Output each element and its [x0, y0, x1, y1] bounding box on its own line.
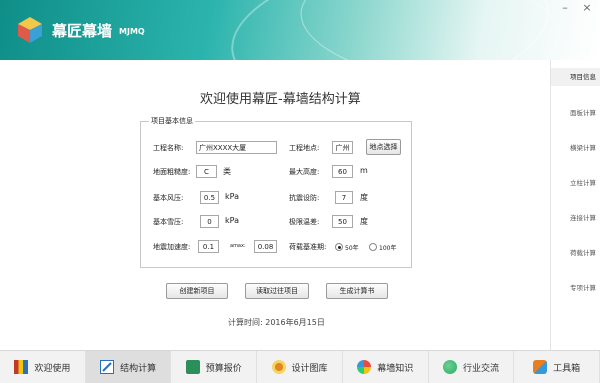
- nav-special-calc[interactable]: 专项计算: [551, 279, 600, 297]
- tab-welcome-label: 欢迎使用: [34, 363, 71, 374]
- period-100-label: 100年: [379, 245, 397, 252]
- nav-project-info[interactable]: 项目信息: [551, 68, 600, 86]
- roughness-input[interactable]: [196, 165, 217, 178]
- project-location-label: 工程地点:: [289, 144, 320, 152]
- project-info-group: 项目基本信息 工程名称: 工程地点: 地点选择 地面粗糙度: 类 最大高度: m…: [140, 116, 412, 268]
- app-code: MJMQ: [119, 27, 145, 36]
- snow-pressure-label: 基本雪压:: [153, 218, 184, 226]
- max-height-unit: m: [360, 166, 368, 175]
- period-50-radio[interactable]: [335, 243, 343, 251]
- knowledge-icon: [357, 360, 372, 374]
- right-nav: 项目信息 面板计算 横梁计算 立柱计算 连接计算 荷载计算 专项计算: [550, 60, 600, 350]
- app-logo-icon: [18, 17, 42, 43]
- seismic-accel-input[interactable]: [198, 240, 219, 253]
- group-title: 项目基本信息: [149, 116, 195, 126]
- tab-toolbox[interactable]: 工具箱: [514, 351, 600, 383]
- nav-load-calc[interactable]: 荷载计算: [551, 244, 600, 262]
- welcome-icon: [14, 360, 29, 374]
- snow-pressure-input[interactable]: [200, 215, 219, 228]
- tab-exchange-label: 行业交流: [462, 363, 499, 374]
- window-controls: – ×: [558, 2, 594, 14]
- project-name-label: 工程名称:: [153, 144, 184, 152]
- calc-time: 计算时间: 2016年6月15日: [228, 318, 325, 327]
- nav-beam-calc[interactable]: 横梁计算: [551, 139, 600, 157]
- bottom-tab-bar: 欢迎使用 结构计算 预算报价 设计图库 幕墙知识 行业交流 工具箱: [0, 350, 600, 383]
- tab-structure-calc[interactable]: 结构计算: [85, 351, 172, 383]
- alpha-max-label: amax:: [230, 243, 246, 249]
- project-location-input[interactable]: [332, 141, 353, 154]
- calc-icon: [100, 360, 115, 374]
- tab-knowledge[interactable]: 幕墙知识: [343, 351, 429, 383]
- tab-gallery-label: 设计图库: [291, 363, 328, 374]
- app-header: 幕匠幕墙 MJMQ – ×: [0, 0, 600, 60]
- tab-structure-calc-label: 结构计算: [120, 363, 157, 374]
- roughness-unit: 类: [223, 167, 231, 176]
- snow-pressure-unit: kPa: [225, 216, 239, 225]
- temp-diff-input[interactable]: [332, 215, 353, 228]
- alpha-max-input[interactable]: [254, 240, 277, 253]
- location-select-button[interactable]: 地点选择: [366, 139, 401, 155]
- tab-budget-label: 预算报价: [205, 363, 242, 374]
- project-name-input[interactable]: [196, 141, 277, 154]
- page-title: 欢迎使用幕匠-幕墙结构计算: [200, 92, 361, 107]
- roughness-label: 地面粗糙度:: [153, 168, 191, 176]
- toolbox-icon: [533, 360, 548, 374]
- temp-diff-unit: 度: [360, 217, 368, 226]
- nav-connection-calc[interactable]: 连接计算: [551, 209, 600, 227]
- seismic-intensity-input[interactable]: [335, 191, 353, 204]
- minimize-button[interactable]: –: [558, 2, 572, 14]
- budget-icon: [185, 360, 200, 374]
- tab-gallery[interactable]: 设计图库: [257, 351, 343, 383]
- seismic-intensity-label: 抗震设防:: [289, 194, 320, 202]
- gallery-icon: [271, 360, 286, 374]
- tab-exchange[interactable]: 行业交流: [429, 351, 515, 383]
- wind-pressure-input[interactable]: [200, 191, 219, 204]
- tab-knowledge-label: 幕墙知识: [377, 363, 414, 374]
- tab-budget[interactable]: 预算报价: [171, 351, 258, 383]
- generate-report-button[interactable]: 生成计算书: [326, 283, 388, 299]
- nav-column-calc[interactable]: 立柱计算: [551, 174, 600, 192]
- app-title: 幕匠幕墙: [52, 22, 113, 40]
- max-height-input[interactable]: [332, 165, 353, 178]
- header-decoration-2: [294, 0, 566, 60]
- exchange-icon: [442, 360, 457, 374]
- seismic-intensity-unit: 度: [360, 193, 368, 202]
- tab-toolbox-label: 工具箱: [553, 363, 581, 374]
- period-100-radio[interactable]: [369, 243, 377, 251]
- temp-diff-label: 极限温差:: [289, 218, 320, 226]
- wind-pressure-unit: kPa: [225, 192, 239, 201]
- seismic-accel-label: 地震加速度:: [153, 243, 191, 251]
- tab-welcome[interactable]: 欢迎使用: [0, 351, 86, 383]
- nav-panel-calc[interactable]: 面板计算: [551, 104, 600, 122]
- max-height-label: 最大高度:: [289, 168, 320, 176]
- period-50-label: 50年: [345, 245, 359, 252]
- design-period-label: 荷载基准期:: [289, 243, 327, 251]
- close-button[interactable]: ×: [580, 2, 594, 14]
- new-project-button[interactable]: 创建新项目: [166, 283, 228, 299]
- wind-pressure-label: 基本风压:: [153, 194, 184, 202]
- load-project-button[interactable]: 读取过往项目: [245, 283, 309, 299]
